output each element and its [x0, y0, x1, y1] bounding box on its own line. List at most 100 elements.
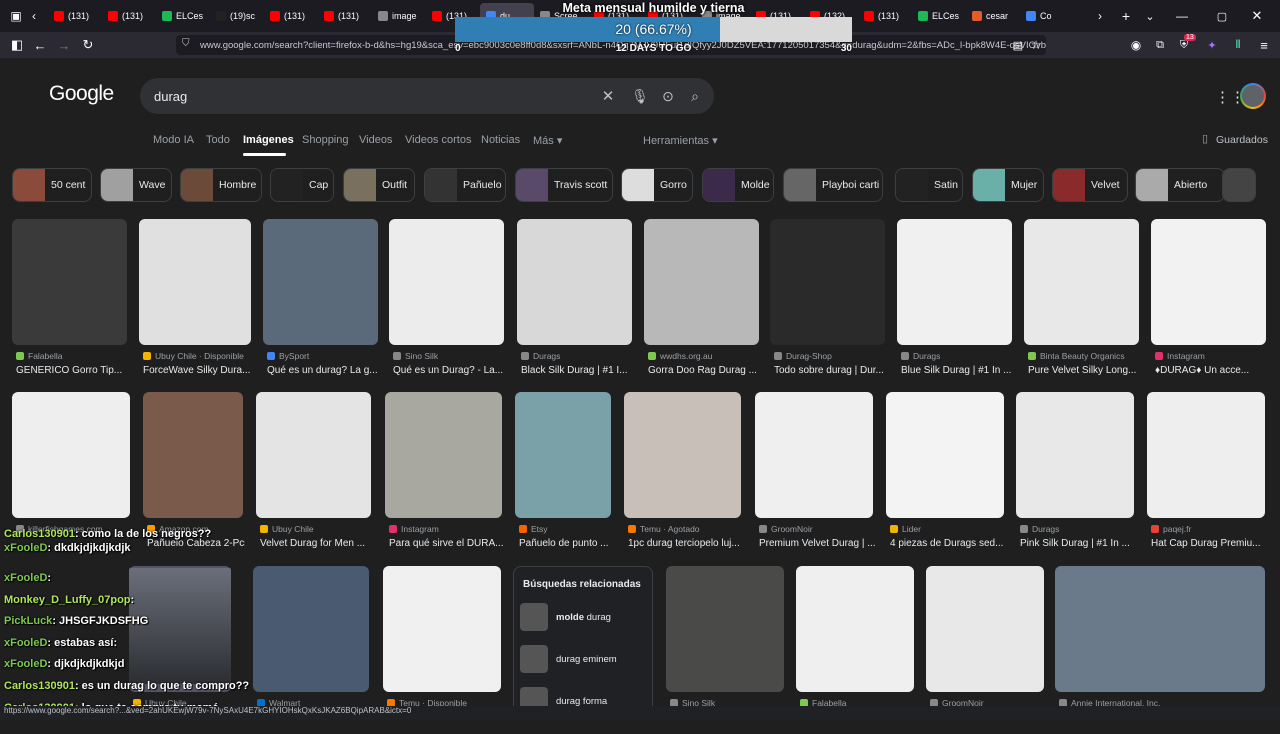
result-thumbnail[interactable] [886, 392, 1004, 518]
filter-chip[interactable]: Gorro [621, 168, 693, 202]
result-thumbnail[interactable] [926, 566, 1044, 692]
result-title[interactable]: ForceWave Silky Dura... [143, 365, 253, 376]
filter-chip[interactable]: Abierto [1135, 168, 1225, 202]
result-thumbnail[interactable] [644, 219, 759, 345]
result-title[interactable]: Gorra Doo Rag Durag ... [648, 365, 761, 376]
filter-chip[interactable]: Satin [895, 168, 963, 202]
filter-chip[interactable]: Outfit [343, 168, 415, 202]
result-source[interactable]: Sino Silk [393, 351, 438, 361]
result-source[interactable]: Temu · Agotado [628, 524, 700, 534]
result-source[interactable]: Ubuy Chile · Disponible [143, 351, 244, 361]
bookmark-star-icon[interactable]: ☆ [1027, 36, 1045, 54]
result-source[interactable]: GroomNoir [759, 524, 813, 534]
browser-tab[interactable]: (131) [318, 0, 372, 32]
search-tab[interactable]: Videos cortos [405, 134, 471, 146]
filter-chip[interactable]: Hombre [180, 168, 262, 202]
result-title[interactable]: Qué es un durag? La g... [267, 365, 380, 376]
image-result[interactable]: Durags Pink Silk Durag | #1 In ... [1016, 392, 1134, 560]
browser-tab[interactable]: (131) [858, 0, 912, 32]
filter-chip[interactable]: 50 cent [12, 168, 92, 202]
result-source[interactable]: Instagram [389, 524, 439, 534]
result-title[interactable]: GENERICO Gorro Tip... [16, 365, 129, 376]
result-title[interactable]: Para qué sirve el DURA... [389, 538, 504, 549]
result-source[interactable]: BySport [267, 351, 309, 361]
browser-tab[interactable]: cesar [966, 0, 1020, 32]
result-source[interactable]: Durags [1020, 524, 1059, 534]
filter-chip[interactable]: Mujer [972, 168, 1044, 202]
result-title[interactable]: Pañuelo de punto ... [519, 538, 613, 549]
search-input[interactable]: durag [154, 89, 187, 104]
result-source[interactable]: Durags [521, 351, 560, 361]
result-title[interactable]: 4 piezas de Durags sed... [890, 538, 1006, 549]
result-thumbnail[interactable] [770, 219, 885, 345]
result-source[interactable]: Falabella [16, 351, 63, 361]
sidebar-icon[interactable]: ◧ [8, 36, 26, 54]
result-title[interactable]: Qué es un Durag? - La... [393, 365, 506, 376]
result-source[interactable]: Binta Beauty Organics [1028, 351, 1125, 361]
image-result[interactable]: Etsy Pañuelo de punto ... [515, 392, 611, 560]
back-button[interactable]: ← [31, 36, 49, 54]
browser-tab[interactable]: (131) [264, 0, 318, 32]
result-thumbnail[interactable] [12, 219, 127, 345]
filter-chip[interactable]: Velvet [1052, 168, 1128, 202]
tools-button[interactable]: Herramientas ▾ [643, 134, 718, 147]
image-result[interactable]: BySport Qué es un durag? La g... [263, 219, 378, 387]
related-search-item[interactable]: molde durag [520, 601, 611, 633]
menu-icon[interactable]: ≡ [1255, 36, 1273, 54]
image-result[interactable]: paqej.fr Hat Cap Durag Premiu... [1147, 392, 1265, 560]
image-result[interactable]: Durag-Shop Todo sobre durag | Dur... [770, 219, 885, 387]
list-all-tabs-icon[interactable]: ⌄ [1138, 10, 1162, 23]
result-thumbnail[interactable] [256, 392, 371, 518]
search-tab[interactable]: Noticias [481, 134, 520, 146]
search-tab[interactable]: Imágenes [243, 134, 294, 146]
image-result[interactable]: GroomNoir Premium Velvet Durag | ... [755, 392, 875, 560]
search-box[interactable]: durag ✕ 🎙 ⊙ ⌕ [140, 78, 714, 114]
image-result[interactable]: Durags Black Silk Durag | #1 I... [517, 219, 632, 387]
sidebar-toggle-icon[interactable]: ▣ [0, 0, 32, 32]
browser-tab[interactable]: (131) [48, 0, 102, 32]
result-title[interactable]: 1pc durag terciopelo luj... [628, 538, 743, 549]
result-source[interactable]: Durag-Shop [774, 351, 832, 361]
image-result[interactable]: Falabella GENERICO Gorro Tip... [12, 219, 127, 387]
result-source[interactable]: Etsy [519, 524, 548, 534]
forward-button[interactable]: → [55, 36, 73, 54]
related-search-item[interactable]: durag eminem [520, 643, 617, 675]
result-title[interactable]: Premium Velvet Durag | ... [759, 538, 875, 549]
browser-tab[interactable]: image [372, 0, 426, 32]
result-thumbnail[interactable] [263, 219, 378, 345]
result-thumbnail[interactable] [897, 219, 1012, 345]
bookmark-icon[interactable]: ▯ [1202, 132, 1208, 145]
account-icon[interactable]: ◉ [1127, 36, 1145, 54]
browser-tab[interactable]: ELCes [912, 0, 966, 32]
audio-extension-icon[interactable]: ⦀ [1229, 36, 1247, 54]
result-thumbnail[interactable] [796, 566, 914, 692]
result-title[interactable]: Todo sobre durag | Dur... [774, 365, 887, 376]
new-tab-button[interactable]: + [1114, 8, 1138, 24]
result-thumbnail[interactable] [389, 219, 504, 345]
result-title[interactable]: Pink Silk Durag | #1 In ... [1020, 538, 1136, 549]
search-tab[interactable]: Videos [359, 134, 392, 146]
result-thumbnail[interactable] [1016, 392, 1134, 518]
result-source[interactable]: Instagram [1155, 351, 1205, 361]
search-tab[interactable]: Todo [206, 134, 230, 146]
browser-tab[interactable]: (19)sc [210, 0, 264, 32]
filter-chip[interactable]: Cap [270, 168, 334, 202]
result-thumbnail[interactable] [143, 392, 243, 518]
filter-chip[interactable]: Playboi carti [783, 168, 883, 202]
image-result[interactable]: Temu · Agotado 1pc durag terciopelo luj..… [624, 392, 741, 560]
twitch-extension-icon[interactable]: ✦ [1203, 36, 1221, 54]
result-thumbnail[interactable] [517, 219, 632, 345]
result-source[interactable]: wwdhs.org.au [648, 351, 712, 361]
result-source[interactable]: Durags [901, 351, 940, 361]
avatar[interactable] [1240, 83, 1266, 109]
filter-chip[interactable]: Wave [100, 168, 172, 202]
browser-tab[interactable]: (131) [102, 0, 156, 32]
lens-icon[interactable]: ⊙ [658, 86, 678, 106]
result-thumbnail[interactable] [385, 392, 502, 518]
microphone-icon[interactable]: 🎙 [630, 86, 650, 106]
filter-chip[interactable]: Pañuelo [424, 168, 506, 202]
result-thumbnail[interactable] [755, 392, 873, 518]
search-tab[interactable]: Más ▾ [533, 134, 562, 147]
result-thumbnail[interactable] [1151, 219, 1266, 345]
result-thumbnail[interactable] [666, 566, 784, 692]
